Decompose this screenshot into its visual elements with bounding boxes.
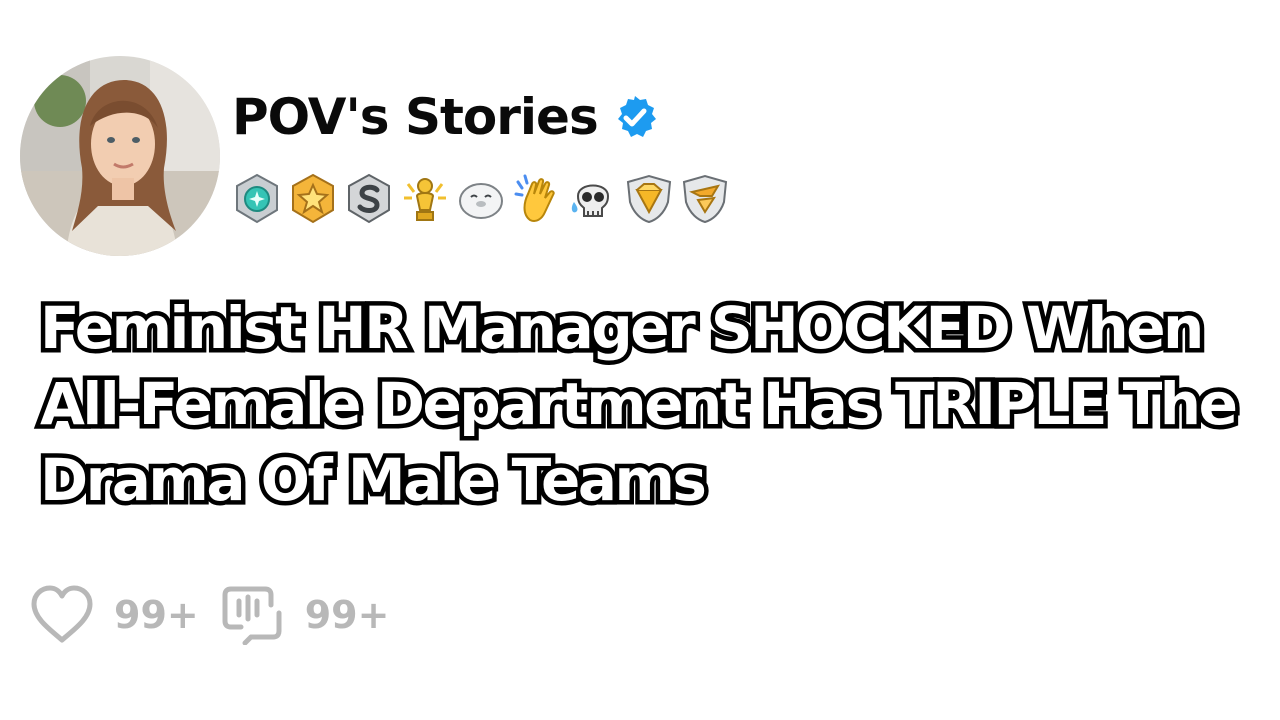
comment-count: 99+ <box>304 593 390 637</box>
gold-diamond-shield-icon[interactable] <box>624 172 674 226</box>
comment-icon[interactable] <box>221 585 287 645</box>
silver-s-medal-icon[interactable] <box>344 172 394 226</box>
silver-winged-shield-icon[interactable] <box>680 172 730 226</box>
channel-name[interactable]: POV's Stories <box>232 92 599 142</box>
teal-medal-icon[interactable] <box>232 172 282 226</box>
golden-trophy-icon[interactable] <box>400 172 450 226</box>
avatar-image <box>20 56 220 256</box>
post-stats: 99+ 99+ <box>28 584 389 646</box>
post-title: Feminist HR Manager SHOCKED When All-Fem… <box>36 290 1243 519</box>
heart-icon[interactable] <box>28 584 96 646</box>
like-count: 99+ <box>114 593 199 637</box>
crying-skull-icon[interactable] <box>568 172 618 226</box>
avatar[interactable] <box>20 56 220 256</box>
awards-row <box>232 172 730 226</box>
gold-star-medal-icon[interactable] <box>288 172 338 226</box>
post-header: POV's Stories <box>232 92 658 142</box>
verified-badge-icon <box>617 96 656 137</box>
sleepy-seal-icon[interactable] <box>456 172 506 226</box>
clapping-hands-icon[interactable] <box>512 172 562 226</box>
